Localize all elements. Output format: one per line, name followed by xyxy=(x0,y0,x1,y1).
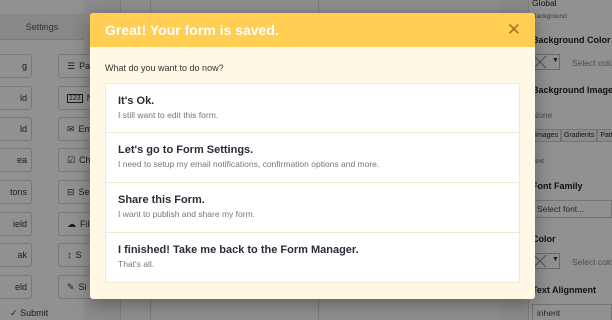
close-icon[interactable]: ✕ xyxy=(507,21,521,39)
option-description: That's all. xyxy=(118,259,155,269)
dialog-header: Great! Your form is saved. ✕ xyxy=(90,13,535,47)
option-title: Share this Form. xyxy=(118,194,205,206)
action-options: It's Ok. I still want to edit this form.… xyxy=(105,83,520,283)
option-description: I want to publish and share my form. xyxy=(118,209,256,219)
option-form-settings[interactable]: Let's go to Form Settings. I need to set… xyxy=(105,133,520,183)
option-keep-editing[interactable]: It's Ok. I still want to edit this form. xyxy=(105,83,520,133)
option-form-manager[interactable]: I finished! Take me back to the Form Man… xyxy=(105,233,520,283)
option-title: I finished! Take me back to the Form Man… xyxy=(118,244,359,256)
dialog-prompt: What do you want to do now? xyxy=(105,63,224,73)
dialog-title: Great! Your form is saved. xyxy=(105,22,279,38)
option-description: I still want to edit this form. xyxy=(118,110,219,120)
dialog-body: What do you want to do now? It's Ok. I s… xyxy=(90,47,535,283)
option-title: Let's go to Form Settings. xyxy=(118,144,254,156)
option-title: It's Ok. xyxy=(118,95,155,107)
option-share-form[interactable]: Share this Form. I want to publish and s… xyxy=(105,183,520,233)
form-saved-dialog: Great! Your form is saved. ✕ What do you… xyxy=(90,13,535,299)
option-description: I need to setup my email notifications, … xyxy=(118,159,380,169)
